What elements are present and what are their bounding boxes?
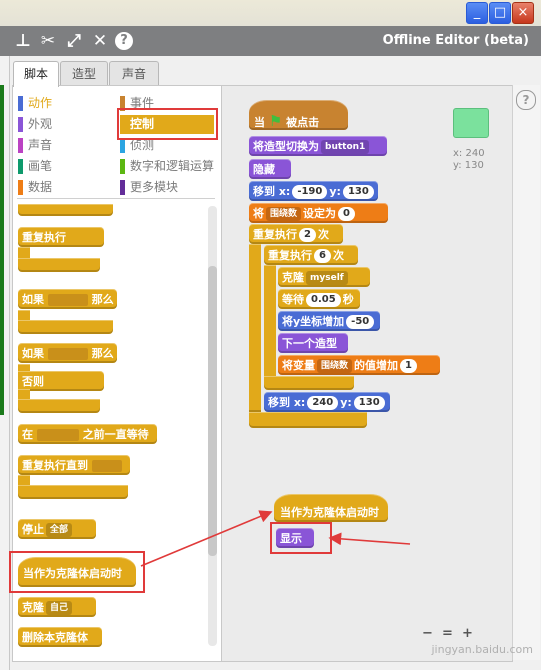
tab-scripts[interactable]: 脚本 <box>13 61 59 87</box>
watermark: jingyan.baidu.com <box>431 643 533 656</box>
annotation-arrows <box>140 510 411 567</box>
arrow-to-clone-hat <box>140 510 273 567</box>
arrow-to-show-block <box>328 532 411 546</box>
